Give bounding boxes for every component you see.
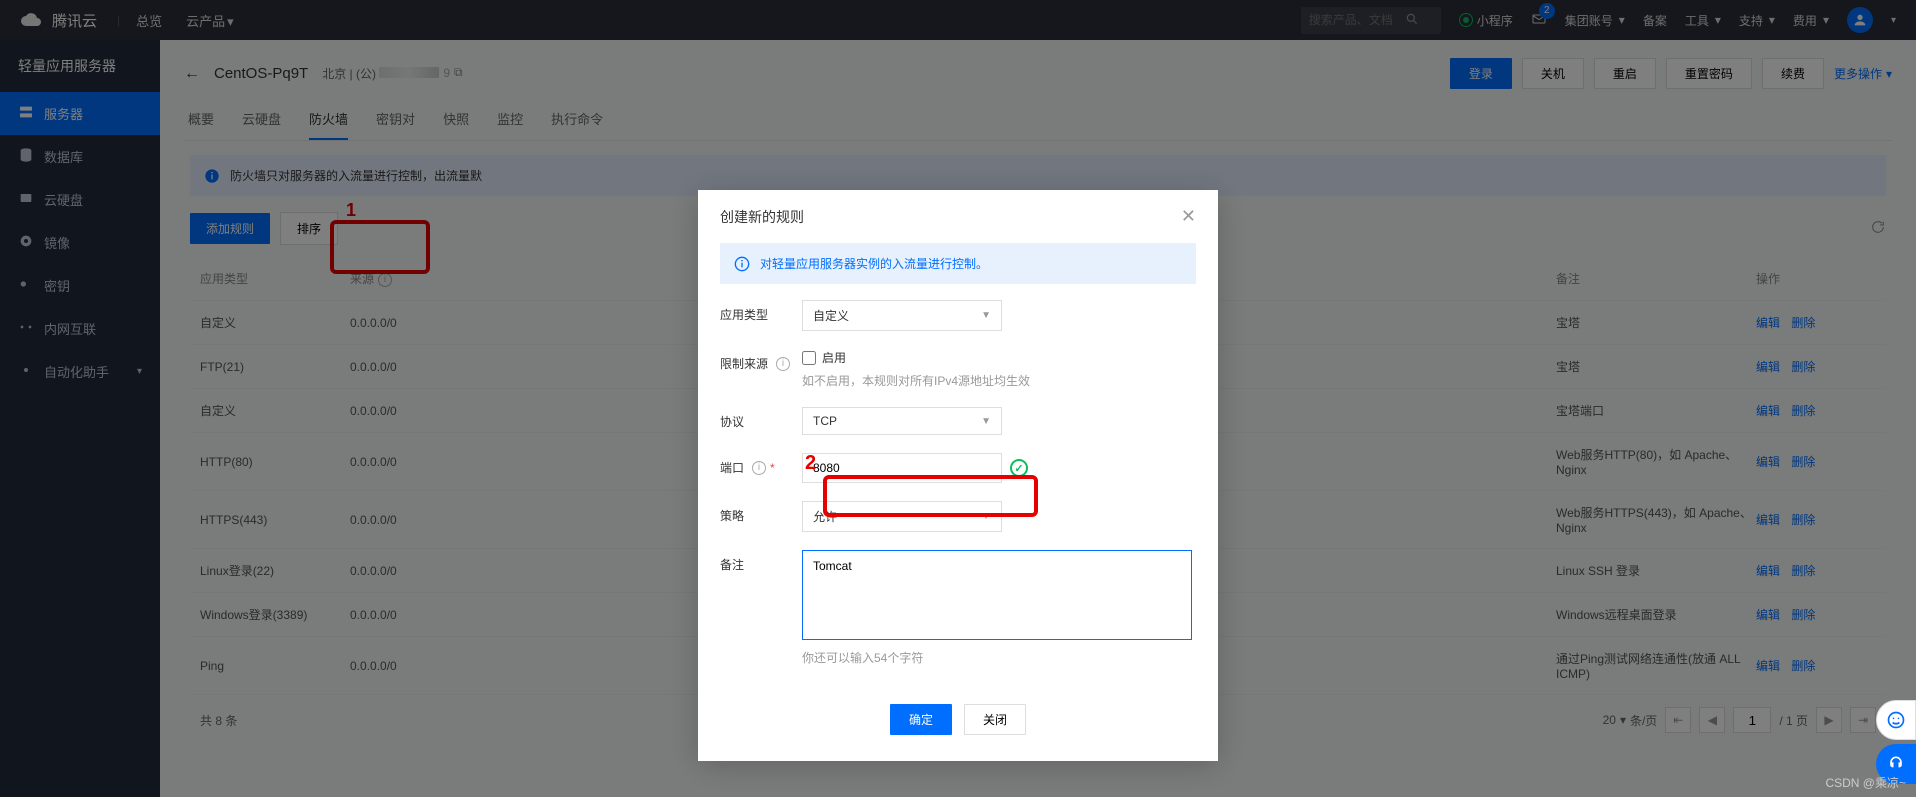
chevron-down-icon: ▼ — [981, 511, 991, 522]
modal-overlay[interactable]: 创建新的规则 ✕ 对轻量应用服务器实例的入流量进行控制。 应用类型 自定义 ▼ … — [0, 0, 1916, 797]
modal-header: 创建新的规则 ✕ — [698, 190, 1218, 243]
modal-title: 创建新的规则 — [720, 207, 804, 227]
chevron-down-icon: ▼ — [981, 310, 991, 321]
app-type-select[interactable]: 自定义 ▼ — [802, 300, 1002, 331]
create-rule-modal: 创建新的规则 ✕ 对轻量应用服务器实例的入流量进行控制。 应用类型 自定义 ▼ … — [698, 190, 1218, 761]
chevron-down-icon: ▼ — [981, 416, 991, 427]
port-input[interactable] — [802, 453, 1002, 483]
label-remark: 备注 — [720, 550, 790, 573]
modal-footer: 确定 关闭 — [698, 704, 1218, 761]
enable-limit-checkbox[interactable]: 启用 — [802, 349, 1196, 366]
label-port: 端口i* — [720, 453, 790, 476]
info-icon[interactable]: i — [752, 461, 766, 475]
policy-select[interactable]: 允许 ▼ — [802, 501, 1002, 532]
limit-source-hint: 如不启用，本规则对所有IPv4源地址均生效 — [802, 372, 1196, 389]
modal-body: 应用类型 自定义 ▼ 限制来源i 启用 如不启用，本规则对所有IPv4源地址均生… — [698, 300, 1218, 704]
confirm-button[interactable]: 确定 — [890, 704, 952, 735]
modal-info-bar: 对轻量应用服务器实例的入流量进行控制。 — [720, 243, 1196, 284]
label-app-type: 应用类型 — [720, 300, 790, 323]
watermark: CSDN @乘凉~ — [1825, 774, 1906, 791]
modal-close-button[interactable]: ✕ — [1181, 206, 1196, 227]
protocol-select[interactable]: TCP ▼ — [802, 407, 1002, 435]
feedback-icon[interactable] — [1876, 700, 1916, 740]
label-policy: 策略 — [720, 501, 790, 524]
label-protocol: 协议 — [720, 407, 790, 430]
info-icon[interactable]: i — [776, 357, 790, 371]
annotation-label-2: 2 — [805, 452, 816, 475]
valid-check-icon — [1010, 459, 1028, 477]
floating-help-icons — [1876, 700, 1916, 784]
remark-hint: 你还可以输入54个字符 — [802, 649, 1196, 666]
close-button[interactable]: 关闭 — [964, 704, 1026, 735]
label-limit-source: 限制来源i — [720, 349, 790, 372]
remark-textarea[interactable] — [802, 550, 1192, 640]
info-icon — [734, 256, 750, 272]
